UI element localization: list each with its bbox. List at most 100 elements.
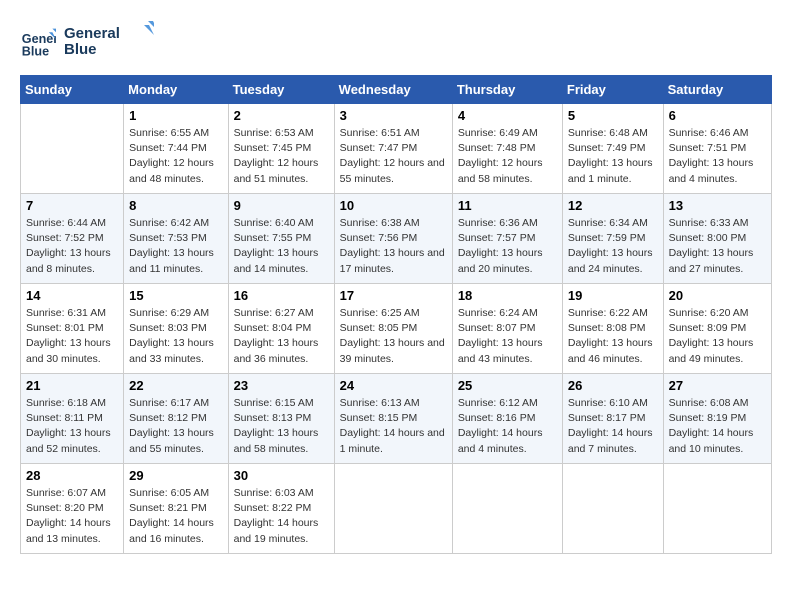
day-number: 9	[234, 198, 329, 213]
calendar-cell: 10 Sunrise: 6:38 AMSunset: 7:56 PMDayligh…	[334, 194, 452, 284]
calendar-cell: 28 Sunrise: 6:07 AMSunset: 8:20 PMDayligh…	[21, 464, 124, 554]
day-info: Sunrise: 6:07 AMSunset: 8:20 PMDaylight:…	[26, 486, 118, 547]
calendar-cell	[562, 464, 663, 554]
day-info: Sunrise: 6:05 AMSunset: 8:21 PMDaylight:…	[129, 486, 222, 547]
day-info: Sunrise: 6:29 AMSunset: 8:03 PMDaylight:…	[129, 306, 222, 367]
weekday-header-row: SundayMondayTuesdayWednesdayThursdayFrid…	[21, 76, 772, 104]
day-number: 16	[234, 288, 329, 303]
weekday-header-monday: Monday	[124, 76, 228, 104]
calendar-table: SundayMondayTuesdayWednesdayThursdayFrid…	[20, 75, 772, 554]
day-number: 1	[129, 108, 222, 123]
weekday-header-wednesday: Wednesday	[334, 76, 452, 104]
day-number: 12	[568, 198, 658, 213]
day-info: Sunrise: 6:10 AMSunset: 8:17 PMDaylight:…	[568, 396, 658, 457]
day-info: Sunrise: 6:31 AMSunset: 8:01 PMDaylight:…	[26, 306, 118, 367]
day-info: Sunrise: 6:25 AMSunset: 8:05 PMDaylight:…	[340, 306, 447, 367]
day-info: Sunrise: 6:36 AMSunset: 7:57 PMDaylight:…	[458, 216, 557, 277]
day-number: 25	[458, 378, 557, 393]
day-number: 14	[26, 288, 118, 303]
day-number: 13	[669, 198, 766, 213]
calendar-cell: 3 Sunrise: 6:51 AMSunset: 7:47 PMDaylight…	[334, 104, 452, 194]
calendar-cell: 21Sunrise: 6:18 AMSunset: 8:11 PMDayligh…	[21, 374, 124, 464]
day-info: Sunrise: 6:44 AMSunset: 7:52 PMDaylight:…	[26, 216, 118, 277]
svg-text:Blue: Blue	[64, 41, 97, 58]
day-info: Sunrise: 6:20 AMSunset: 8:09 PMDaylight:…	[669, 306, 766, 367]
day-info: Sunrise: 6:49 AMSunset: 7:48 PMDaylight:…	[458, 126, 557, 187]
calendar-cell: 8Sunrise: 6:42 AMSunset: 7:53 PMDaylight…	[124, 194, 228, 284]
calendar-week-4: 21Sunrise: 6:18 AMSunset: 8:11 PMDayligh…	[21, 374, 772, 464]
weekday-header-friday: Friday	[562, 76, 663, 104]
calendar-header: SundayMondayTuesdayWednesdayThursdayFrid…	[21, 76, 772, 104]
calendar-cell: 5 Sunrise: 6:48 AMSunset: 7:49 PMDaylight…	[562, 104, 663, 194]
day-info: Sunrise: 6:48 AMSunset: 7:49 PMDaylight:…	[568, 126, 658, 187]
calendar-cell: 16 Sunrise: 6:27 AMSunset: 8:04 PMDayligh…	[228, 284, 334, 374]
day-number: 22	[129, 378, 222, 393]
day-number: 17	[340, 288, 447, 303]
day-number: 29	[129, 468, 222, 483]
calendar-week-2: 7 Sunrise: 6:44 AMSunset: 7:52 PMDaylight…	[21, 194, 772, 284]
day-number: 5	[568, 108, 658, 123]
day-info: Sunrise: 6:38 AMSunset: 7:56 PMDaylight:…	[340, 216, 447, 277]
calendar-cell	[452, 464, 562, 554]
day-info: Sunrise: 6:53 AMSunset: 7:45 PMDaylight:…	[234, 126, 329, 187]
calendar-cell: 6 Sunrise: 6:46 AMSunset: 7:51 PMDaylight…	[663, 104, 771, 194]
page-header: General Blue General Blue	[20, 20, 772, 65]
day-info: Sunrise: 6:42 AMSunset: 7:53 PMDaylight:…	[129, 216, 222, 277]
day-info: Sunrise: 6:13 AMSunset: 8:15 PMDaylight:…	[340, 396, 447, 457]
day-info: Sunrise: 6:17 AMSunset: 8:12 PMDaylight:…	[129, 396, 222, 457]
day-info: Sunrise: 6:46 AMSunset: 7:51 PMDaylight:…	[669, 126, 766, 187]
calendar-cell: 18 Sunrise: 6:24 AMSunset: 8:07 PMDayligh…	[452, 284, 562, 374]
logo: General Blue General Blue	[20, 20, 154, 65]
calendar-cell: 2 Sunrise: 6:53 AMSunset: 7:45 PMDaylight…	[228, 104, 334, 194]
calendar-cell: 17 Sunrise: 6:25 AMSunset: 8:05 PMDayligh…	[334, 284, 452, 374]
day-number: 10	[340, 198, 447, 213]
calendar-cell: 12Sunrise: 6:34 AMSunset: 7:59 PMDayligh…	[562, 194, 663, 284]
weekday-header-sunday: Sunday	[21, 76, 124, 104]
logo-icon: General Blue	[20, 25, 56, 61]
calendar-cell	[21, 104, 124, 194]
day-info: Sunrise: 6:22 AMSunset: 8:08 PMDaylight:…	[568, 306, 658, 367]
day-number: 23	[234, 378, 329, 393]
day-number: 30	[234, 468, 329, 483]
day-info: Sunrise: 6:18 AMSunset: 8:11 PMDaylight:…	[26, 396, 118, 457]
day-info: Sunrise: 6:03 AMSunset: 8:22 PMDaylight:…	[234, 486, 329, 547]
calendar-cell: 13 Sunrise: 6:33 AMSunset: 8:00 PMDayligh…	[663, 194, 771, 284]
day-number: 28	[26, 468, 118, 483]
calendar-cell: 27 Sunrise: 6:08 AMSunset: 8:19 PMDayligh…	[663, 374, 771, 464]
calendar-cell: 23Sunrise: 6:15 AMSunset: 8:13 PMDayligh…	[228, 374, 334, 464]
day-info: Sunrise: 6:27 AMSunset: 8:04 PMDaylight:…	[234, 306, 329, 367]
day-info: Sunrise: 6:33 AMSunset: 8:00 PMDaylight:…	[669, 216, 766, 277]
day-info: Sunrise: 6:51 AMSunset: 7:47 PMDaylight:…	[340, 126, 447, 187]
calendar-cell: 4 Sunrise: 6:49 AMSunset: 7:48 PMDaylight…	[452, 104, 562, 194]
day-number: 15	[129, 288, 222, 303]
day-number: 18	[458, 288, 557, 303]
day-info: Sunrise: 6:40 AMSunset: 7:55 PMDaylight:…	[234, 216, 329, 277]
day-number: 4	[458, 108, 557, 123]
day-number: 19	[568, 288, 658, 303]
day-number: 6	[669, 108, 766, 123]
calendar-week-5: 28 Sunrise: 6:07 AMSunset: 8:20 PMDayligh…	[21, 464, 772, 554]
day-info: Sunrise: 6:08 AMSunset: 8:19 PMDaylight:…	[669, 396, 766, 457]
day-number: 20	[669, 288, 766, 303]
calendar-cell: 25Sunrise: 6:12 AMSunset: 8:16 PMDayligh…	[452, 374, 562, 464]
day-number: 24	[340, 378, 447, 393]
day-info: Sunrise: 6:55 AMSunset: 7:44 PMDaylight:…	[129, 126, 222, 187]
calendar-cell: 1 Sunrise: 6:55 AMSunset: 7:44 PMDaylight…	[124, 104, 228, 194]
day-number: 11	[458, 198, 557, 213]
calendar-cell: 7 Sunrise: 6:44 AMSunset: 7:52 PMDaylight…	[21, 194, 124, 284]
day-number: 2	[234, 108, 329, 123]
day-number: 3	[340, 108, 447, 123]
day-number: 7	[26, 198, 118, 213]
svg-text:Blue: Blue	[22, 44, 49, 58]
calendar-cell: 20 Sunrise: 6:20 AMSunset: 8:09 PMDayligh…	[663, 284, 771, 374]
calendar-body: 1 Sunrise: 6:55 AMSunset: 7:44 PMDaylight…	[21, 104, 772, 554]
calendar-cell	[334, 464, 452, 554]
day-number: 26	[568, 378, 658, 393]
calendar-cell: 9 Sunrise: 6:40 AMSunset: 7:55 PMDaylight…	[228, 194, 334, 284]
calendar-week-3: 14 Sunrise: 6:31 AMSunset: 8:01 PMDayligh…	[21, 284, 772, 374]
day-info: Sunrise: 6:24 AMSunset: 8:07 PMDaylight:…	[458, 306, 557, 367]
calendar-cell: 11 Sunrise: 6:36 AMSunset: 7:57 PMDayligh…	[452, 194, 562, 284]
day-number: 27	[669, 378, 766, 393]
calendar-cell: 30 Sunrise: 6:03 AMSunset: 8:22 PMDayligh…	[228, 464, 334, 554]
calendar-cell: 24 Sunrise: 6:13 AMSunset: 8:15 PMDayligh…	[334, 374, 452, 464]
